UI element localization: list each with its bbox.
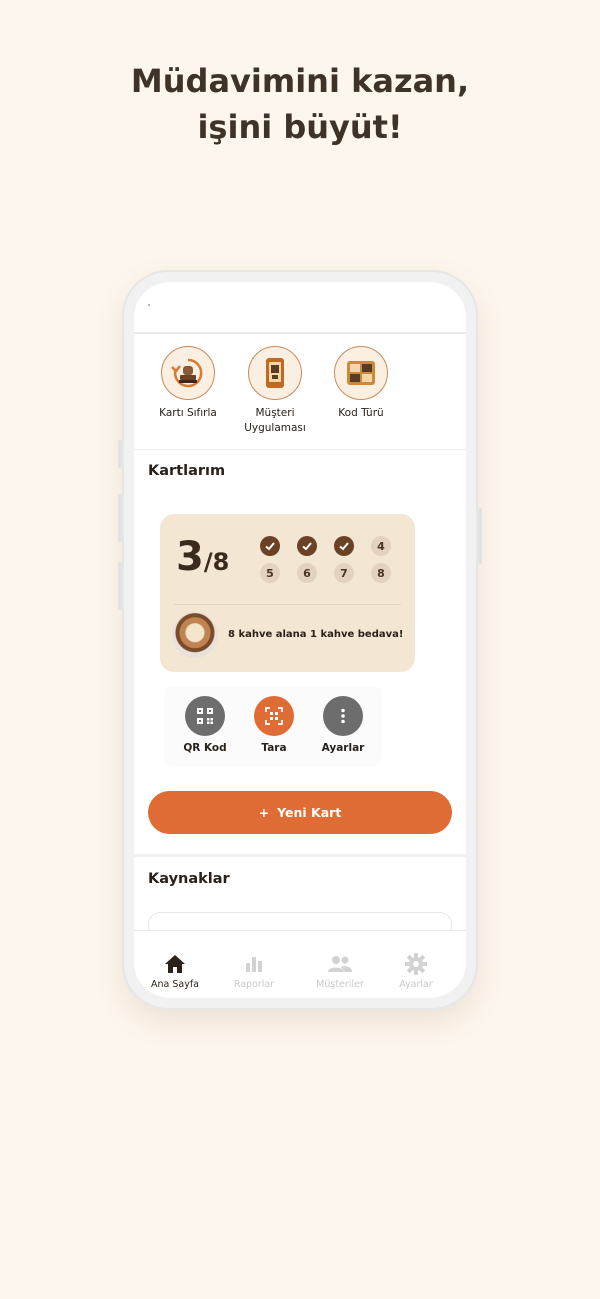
stamp-empty: 7 xyxy=(334,563,354,583)
tab-label: Müşteriler xyxy=(316,979,364,990)
headline: Müdavimini kazan, işini büyüt! xyxy=(0,58,600,150)
quick-action-label: Kartı Sıfırla xyxy=(159,407,217,419)
headline-line-1: Müdavimini kazan, xyxy=(130,62,470,100)
stamp-empty: 8 xyxy=(371,563,391,583)
users-icon xyxy=(300,953,380,975)
code-type-icon xyxy=(334,346,388,400)
scan-label: Tara xyxy=(261,742,287,754)
stamp-checked xyxy=(260,536,280,556)
stamp-empty: 5 xyxy=(260,563,280,583)
phone-power-button xyxy=(478,508,482,564)
scan-button[interactable]: Tara xyxy=(244,696,304,754)
bottom-tab-bar: Ana Sayfa Raporlar Müşteriler Ayarlar xyxy=(134,930,466,998)
phone-side-button xyxy=(118,562,122,610)
quick-action-reset-card[interactable]: Kartı Sıfırla xyxy=(143,346,233,421)
customer-app-icon xyxy=(248,346,302,400)
tab-customers[interactable]: Müşteriler xyxy=(300,953,380,990)
cards-section-title: Kartlarım xyxy=(148,463,226,479)
qr-code-label: QR Kod xyxy=(183,742,227,754)
stamp-reset-icon xyxy=(161,346,215,400)
quick-action-label: Müşteri Uygulaması xyxy=(244,407,306,434)
tab-label: Ayarlar xyxy=(399,979,433,990)
stamp-count-stamped: 3 xyxy=(176,534,204,580)
loyalty-card[interactable]: 3/8 45678 8 kahve alana 1 kahve bedava! xyxy=(160,514,415,672)
phone-side-button xyxy=(118,440,122,468)
card-settings-button[interactable]: Ayarlar xyxy=(313,696,373,754)
bar-chart-icon xyxy=(214,953,294,975)
coffee-image xyxy=(172,612,218,658)
qr-code-button[interactable]: QR Kod xyxy=(175,696,235,754)
check-icon xyxy=(265,542,275,551)
card-divider xyxy=(174,604,401,605)
home-icon xyxy=(135,953,215,975)
resources-section-title: Kaynaklar xyxy=(148,871,230,887)
tab-label: Raporlar xyxy=(233,979,275,990)
gear-icon xyxy=(376,953,456,975)
tab-reports[interactable]: Raporlar xyxy=(214,953,294,990)
stamp-count: 3/8 xyxy=(176,534,230,580)
scan-icon xyxy=(254,696,294,736)
quick-action-customer-app[interactable]: Müşteri Uygulaması xyxy=(230,346,320,436)
quick-action-label: Kod Türü xyxy=(338,407,384,419)
stamp-empty: 4 xyxy=(371,536,391,556)
stamp-checked xyxy=(297,536,317,556)
stamp-checked xyxy=(334,536,354,556)
stamp-count-total: 8 xyxy=(212,548,230,576)
app-screen: Kartı Sıfırla Müşteri Uygulaması Kod Tür… xyxy=(134,282,466,998)
headline-line-2: işini büyüt! xyxy=(197,108,403,146)
check-icon xyxy=(302,542,312,551)
card-settings-label: Ayarlar xyxy=(321,742,365,754)
tab-label: Ana Sayfa xyxy=(150,979,199,990)
plus-icon: + xyxy=(258,805,270,820)
tab-settings[interactable]: Ayarlar xyxy=(376,953,456,990)
stamp-empty: 6 xyxy=(297,563,317,583)
section-divider xyxy=(134,854,466,857)
tab-home[interactable]: Ana Sayfa xyxy=(135,953,215,990)
phone-side-button xyxy=(118,494,122,542)
top-bar xyxy=(134,282,466,334)
card-actions: QR Kod Tara Ayarlar xyxy=(164,686,382,766)
qr-code-icon xyxy=(185,696,225,736)
quick-action-code-type[interactable]: Kod Türü xyxy=(316,346,406,421)
quick-actions: Kartı Sıfırla Müşteri Uygulaması Kod Tür… xyxy=(134,340,466,450)
more-vertical-icon xyxy=(323,696,363,736)
new-card-label: Yeni Kart xyxy=(277,805,342,820)
check-icon xyxy=(339,542,349,551)
new-card-button[interactable]: + Yeni Kart xyxy=(148,791,452,834)
promo-text: 8 kahve alana 1 kahve bedava! xyxy=(228,629,404,640)
